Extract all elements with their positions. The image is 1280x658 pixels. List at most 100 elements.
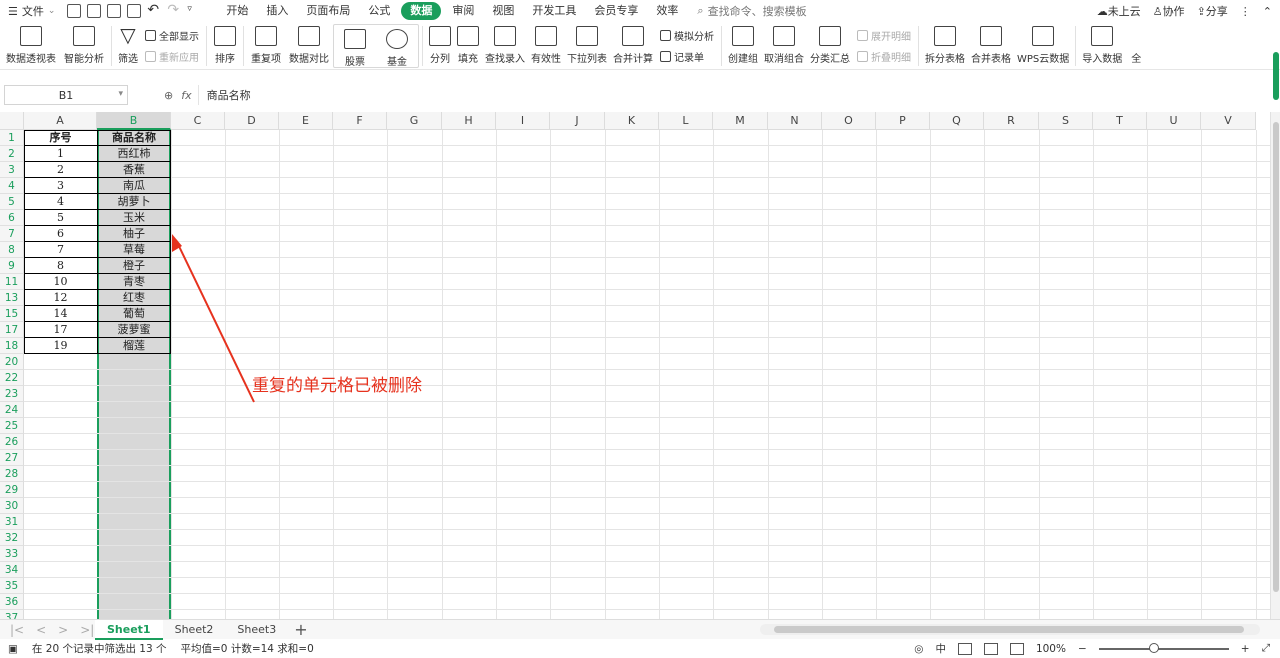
zoom-in-icon[interactable]: +: [1241, 643, 1250, 655]
page-layout-icon[interactable]: [983, 642, 998, 655]
horizontal-scrollbar[interactable]: [760, 624, 1260, 635]
tab-7[interactable]: 开发工具: [523, 0, 585, 22]
tab-9[interactable]: 效率: [647, 0, 687, 22]
collab-button[interactable]: ♙协作: [1153, 3, 1185, 19]
next-sheet-icon[interactable]: >: [58, 623, 68, 637]
share-button[interactable]: ⇪分享: [1197, 3, 1228, 19]
subtotal-button[interactable]: 分类汇总: [807, 22, 853, 70]
name-box[interactable]: B1 ▾: [4, 85, 128, 105]
collapse-detail-button[interactable]: 折叠明细: [857, 49, 911, 64]
quick-access-toolbar: ↶ ↷ ▿: [61, 3, 207, 18]
sheet-tab-2[interactable]: Sheet2: [163, 620, 226, 640]
undo-icon[interactable]: ↶: [147, 3, 161, 18]
ungroup-button[interactable]: 取消组合: [761, 22, 807, 70]
tab-2[interactable]: 页面布局: [297, 0, 359, 22]
pivot-table-button[interactable]: 数据透视表: [0, 22, 60, 70]
collapse-ribbon-icon[interactable]: ⌃: [1263, 5, 1272, 18]
zoom-level[interactable]: 100%: [1036, 643, 1066, 655]
lookup-entry-button[interactable]: 查找录入: [482, 22, 528, 70]
selection-stats: 平均值=0 计数=14 求和=0: [180, 643, 314, 655]
record-button[interactable]: 记录单: [660, 49, 714, 64]
split-table-button[interactable]: 拆分表格: [922, 22, 968, 70]
filter-button[interactable]: ▽ 筛选: [115, 22, 141, 70]
share-label: 分享: [1205, 5, 1228, 18]
file-menu[interactable]: ☰ 文件 ⌄: [0, 0, 61, 22]
reapply-button[interactable]: 重新应用: [145, 49, 199, 64]
first-sheet-icon[interactable]: |<: [10, 623, 24, 637]
group-icon: [732, 26, 754, 46]
stock-fund-gallery: 股票 基金: [333, 24, 419, 68]
print-icon[interactable]: [107, 4, 122, 18]
fill-button[interactable]: 填充: [454, 22, 482, 70]
dropdown-list-button[interactable]: 下拉列表: [564, 22, 610, 70]
expand-label: 展开明细: [871, 32, 911, 43]
analysis-options: 模拟分析 记录单: [656, 22, 718, 70]
customize-icon[interactable]: ▿: [187, 4, 201, 18]
input-method-icon[interactable]: 中: [935, 641, 946, 656]
tab-4[interactable]: 数据: [401, 2, 442, 20]
tab-1[interactable]: 插入: [257, 0, 297, 22]
save-as-icon[interactable]: [87, 4, 102, 18]
tab-6[interactable]: 视图: [483, 0, 523, 22]
expand-detail-button[interactable]: 展开明细: [857, 28, 911, 43]
merge-table-button[interactable]: 合并表格: [968, 22, 1014, 70]
tab-3[interactable]: 公式: [359, 0, 399, 22]
fund-button[interactable]: 基金: [376, 25, 418, 73]
tab-8[interactable]: 会员专享: [585, 0, 647, 22]
save-icon[interactable]: [67, 4, 82, 18]
spreadsheet-grid[interactable]: A B C D E F G H I J K L M N O P Q R S T U V 1 2 3 4 5 6 7 8 9 11 13 15 17 1…: [0, 112, 1270, 619]
validity-button[interactable]: 有效性: [528, 22, 564, 70]
compare-button[interactable]: 数据对比: [285, 22, 333, 70]
hscroll-thumb[interactable]: [774, 626, 1244, 633]
annotation-arrow: [172, 234, 255, 403]
add-sheet-icon[interactable]: +: [288, 620, 307, 639]
duplicates-button[interactable]: 重复项: [247, 22, 285, 70]
last-sheet-icon[interactable]: >|: [80, 623, 94, 637]
smart-analysis-button[interactable]: 智能分析: [60, 22, 108, 70]
show-all-label: 全部显示: [159, 32, 199, 43]
validity-label: 有效性: [531, 54, 561, 65]
fullscreen-icon[interactable]: ⤢: [1262, 642, 1270, 655]
vertical-scrollbar[interactable]: [1270, 112, 1280, 619]
group-button[interactable]: 创建组: [725, 22, 761, 70]
consolidate-button[interactable]: 合并计算: [610, 22, 656, 70]
sheet-tab-3[interactable]: Sheet3: [225, 620, 288, 640]
more-icon[interactable]: ⋮: [1240, 5, 1251, 18]
zoom-knob[interactable]: [1148, 642, 1159, 653]
ungroup-icon: [773, 26, 795, 46]
formula-bar: B1 ▾ ⊕ fx 商品名称: [0, 84, 1280, 106]
consolidate-label: 合并计算: [613, 54, 653, 65]
cloud-status[interactable]: ☁未上云: [1097, 3, 1141, 19]
sort-button[interactable]: 排序: [210, 22, 240, 70]
split-column-button[interactable]: 分列: [426, 22, 454, 70]
menu-bar: ☰ 文件 ⌄ ↶ ↷ ▿ 开始 插入 页面布局 公式 数据 审阅 视图 开发工具 会员专享 效率 …: [0, 0, 1280, 22]
zoom-search-icon[interactable]: ⊕: [164, 89, 173, 102]
formula-input[interactable]: 商品名称: [197, 85, 1280, 105]
eye-protect-icon[interactable]: ◎: [914, 643, 923, 655]
stock-button[interactable]: 股票: [334, 25, 376, 73]
scroll-thumb[interactable]: [1273, 122, 1279, 592]
page-break-icon[interactable]: [1009, 642, 1024, 655]
tab-0[interactable]: 开始: [217, 0, 257, 22]
filter-options: 全部显示 重新应用: [141, 22, 203, 70]
function-icon[interactable]: fx: [181, 89, 191, 102]
compare-label: 数据对比: [289, 54, 329, 65]
zoom-slider[interactable]: [1098, 642, 1229, 653]
prev-sheet-icon[interactable]: <: [36, 623, 46, 637]
zoom-out-icon[interactable]: −: [1078, 643, 1087, 655]
sheet-tab-1[interactable]: Sheet1: [95, 619, 163, 640]
tab-5[interactable]: 审阅: [443, 0, 483, 22]
import-data-button[interactable]: 导入数据: [1079, 22, 1125, 70]
print-preview-icon[interactable]: [127, 4, 142, 18]
hamburger-icon: ☰: [8, 4, 18, 18]
simulate-button[interactable]: 模拟分析: [660, 28, 714, 43]
split-column-icon: [429, 26, 451, 46]
show-all-button[interactable]: 全部显示: [145, 28, 199, 43]
more-ribbon-button[interactable]: 全: [1125, 22, 1147, 70]
wps-cloud-button[interactable]: WPS云数据: [1014, 22, 1072, 70]
redo-icon[interactable]: ↷: [167, 3, 181, 18]
user-icon: ♙: [1152, 5, 1163, 18]
divider: [422, 26, 423, 66]
command-search[interactable]: ⌕ 查找命令、搜索模板: [697, 3, 806, 19]
normal-view-icon[interactable]: [957, 642, 972, 655]
